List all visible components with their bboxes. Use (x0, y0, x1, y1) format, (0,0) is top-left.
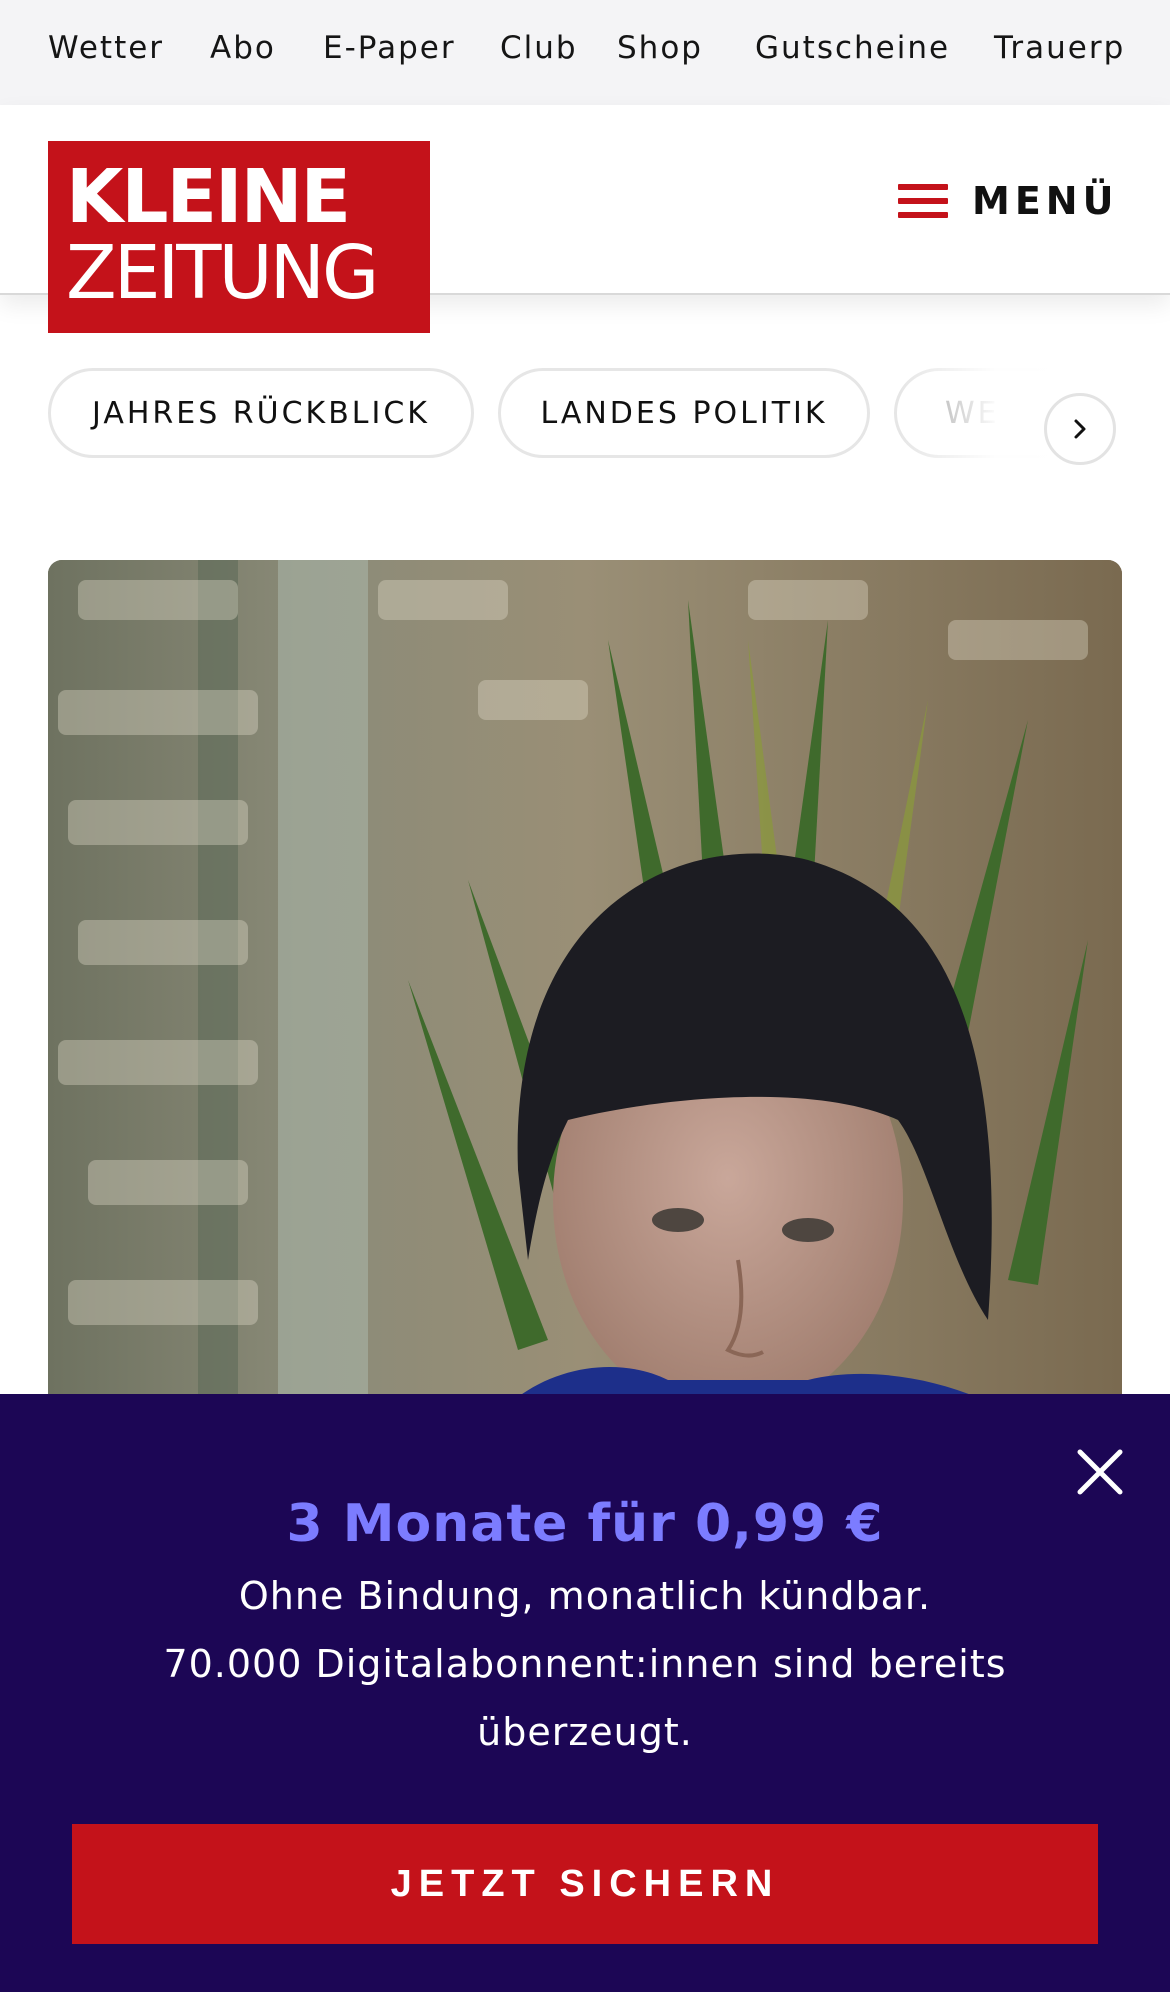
photo-portrait-icon (48, 560, 1122, 1460)
logo-text-kleine: KLEINE (66, 154, 351, 240)
subscribe-cta-button[interactable]: JETZT SICHERN (72, 1824, 1098, 1944)
top-utility-nav: Wetter Abo E-Paper Club Shop Gutscheine … (0, 0, 1170, 105)
offer-subline-1: Ohne Bindung, monatlich kündbar. (238, 1574, 932, 1618)
nav-link-abo[interactable]: Abo (210, 30, 276, 66)
nav-link-epaper[interactable]: E-Paper (323, 30, 456, 66)
hamburger-icon (898, 184, 948, 218)
close-overlay-button[interactable] (1072, 1444, 1128, 1500)
offer-subline-3: überzeugt. (477, 1710, 693, 1754)
nav-link-trauerportal[interactable]: Trauerp (994, 30, 1125, 66)
nav-link-club[interactable]: Club (500, 30, 578, 66)
site-logo[interactable]: KLEINE ZEITUNG (48, 141, 430, 333)
nav-link-gutscheine[interactable]: Gutscheine (755, 30, 950, 66)
site-header: KLEINE ZEITUNG MENÜ (0, 105, 1170, 333)
tag-landespolitik[interactable]: LANDES POLITIK (498, 368, 870, 458)
offer-subline-2: 70.000 Digitalabonnent:innen sind bereit… (163, 1642, 1007, 1686)
tags-fade-overlay (900, 360, 1170, 470)
offer-title: 3 Monate für 0,99 € (286, 1494, 884, 1554)
article-hero-image[interactable] (48, 560, 1122, 1460)
menu-label: MENÜ (972, 179, 1119, 223)
tag-jahresrueckblick[interactable]: JAHRES RÜCKBLICK (48, 368, 474, 458)
chevron-right-icon (1074, 419, 1086, 439)
subscription-offer-overlay: 3 Monate für 0,99 € Ohne Bindung, monatl… (0, 1394, 1170, 1992)
menu-button[interactable]: MENÜ (898, 171, 1118, 231)
nav-link-shop[interactable]: Shop (617, 30, 703, 66)
close-icon (1077, 1449, 1123, 1495)
logo-text-zeitung: ZEITUNG (66, 230, 379, 316)
tags-scroll-right-button[interactable] (1044, 393, 1116, 465)
nav-link-wetter[interactable]: Wetter (48, 30, 164, 66)
